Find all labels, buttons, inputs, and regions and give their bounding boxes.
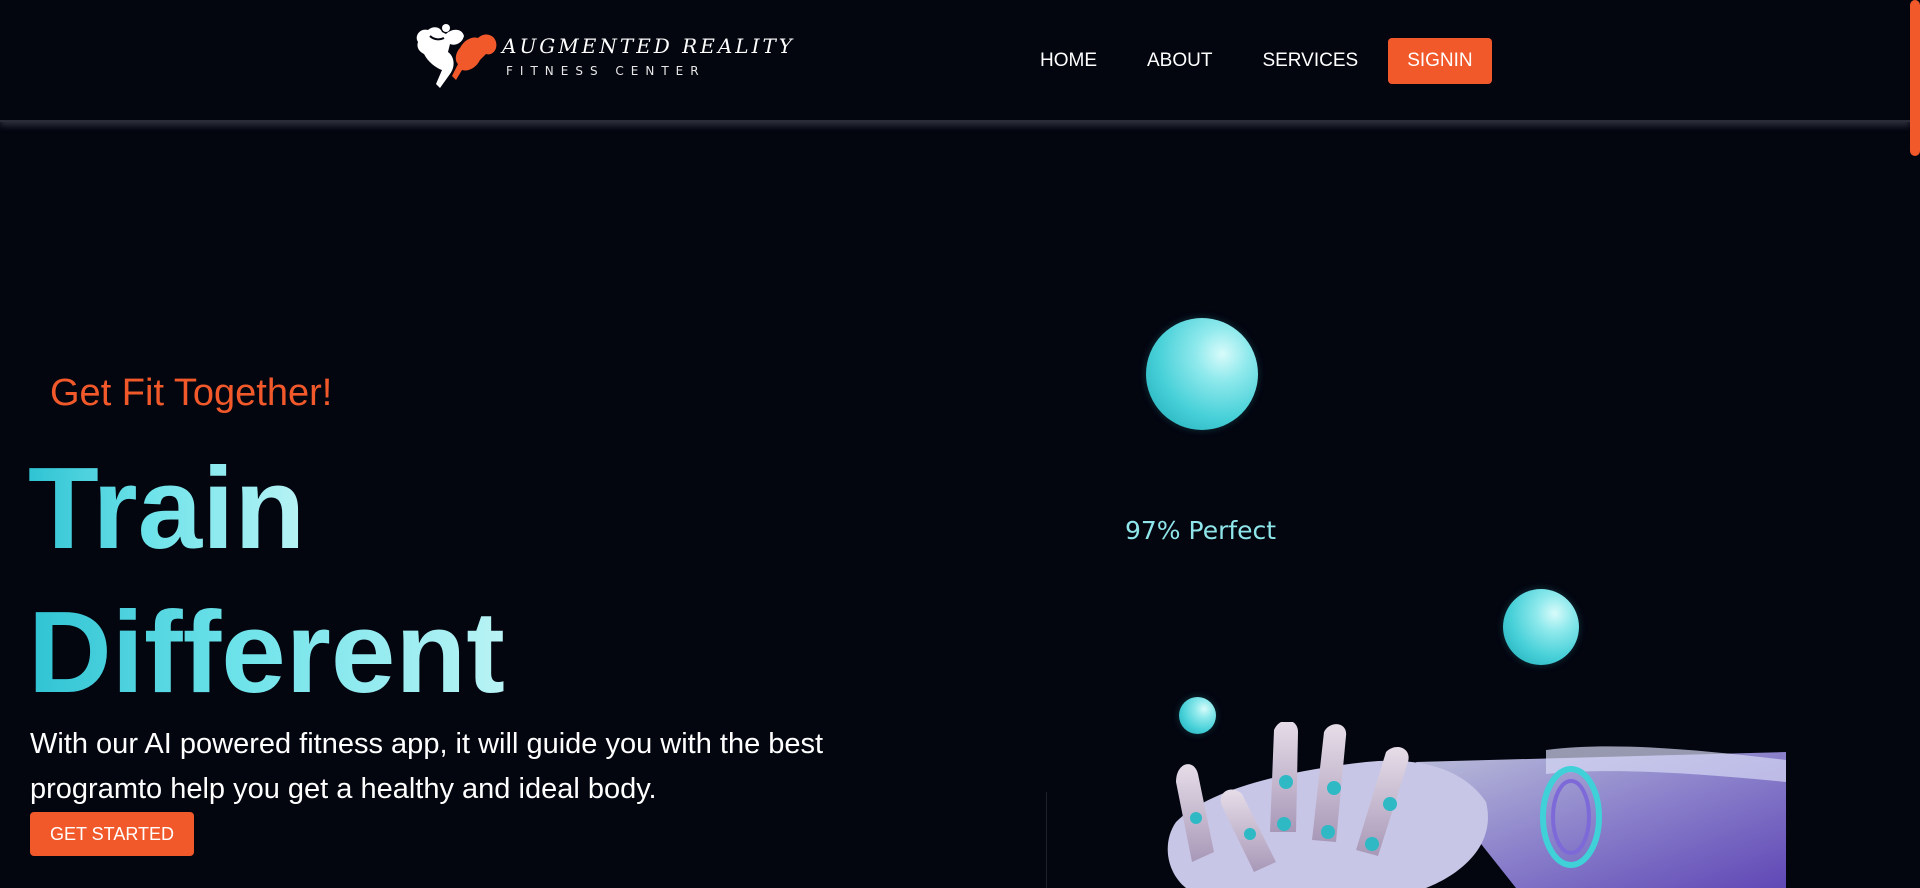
signin-button[interactable]: SIGNIN	[1388, 38, 1492, 84]
decorative-sphere-large	[1146, 318, 1258, 430]
scrollbar-thumb[interactable]	[1910, 0, 1920, 156]
flexing-bodybuilder-logo-icon	[416, 24, 497, 88]
main-nav: HOME ABOUT SERVICES SIGNIN	[1040, 38, 1492, 84]
robotic-hand-icon	[1046, 722, 1786, 888]
get-started-button[interactable]: GET STARTED	[30, 812, 195, 856]
nav-home-link[interactable]: HOME	[1040, 50, 1097, 72]
page-scrollbar[interactable]	[1910, 0, 1920, 888]
hero-description: With our AI powered fitness app, it will…	[30, 728, 824, 805]
hero-tagline: Get Fit Together!	[50, 372, 333, 414]
decorative-sphere-medium	[1503, 589, 1579, 665]
brand-logo[interactable]: AUGMENTED REALITY FITNESS CENTER	[410, 18, 792, 92]
brand-subtitle: FITNESS CENTER	[506, 64, 706, 78]
site-header: AUGMENTED REALITY FITNESS CENTER HOME AB…	[0, 0, 1910, 122]
nav-about-link[interactable]: ABOUT	[1147, 50, 1212, 72]
robotic-hand-image	[1046, 722, 1786, 888]
hero-headline-line2: Different	[28, 587, 505, 717]
hero-headline-line1: Train	[28, 443, 306, 573]
nav-services-link[interactable]: SERVICES	[1262, 50, 1358, 72]
accuracy-label: 97% Perfect	[1125, 516, 1277, 545]
brand-title: AUGMENTED REALITY	[502, 34, 796, 58]
